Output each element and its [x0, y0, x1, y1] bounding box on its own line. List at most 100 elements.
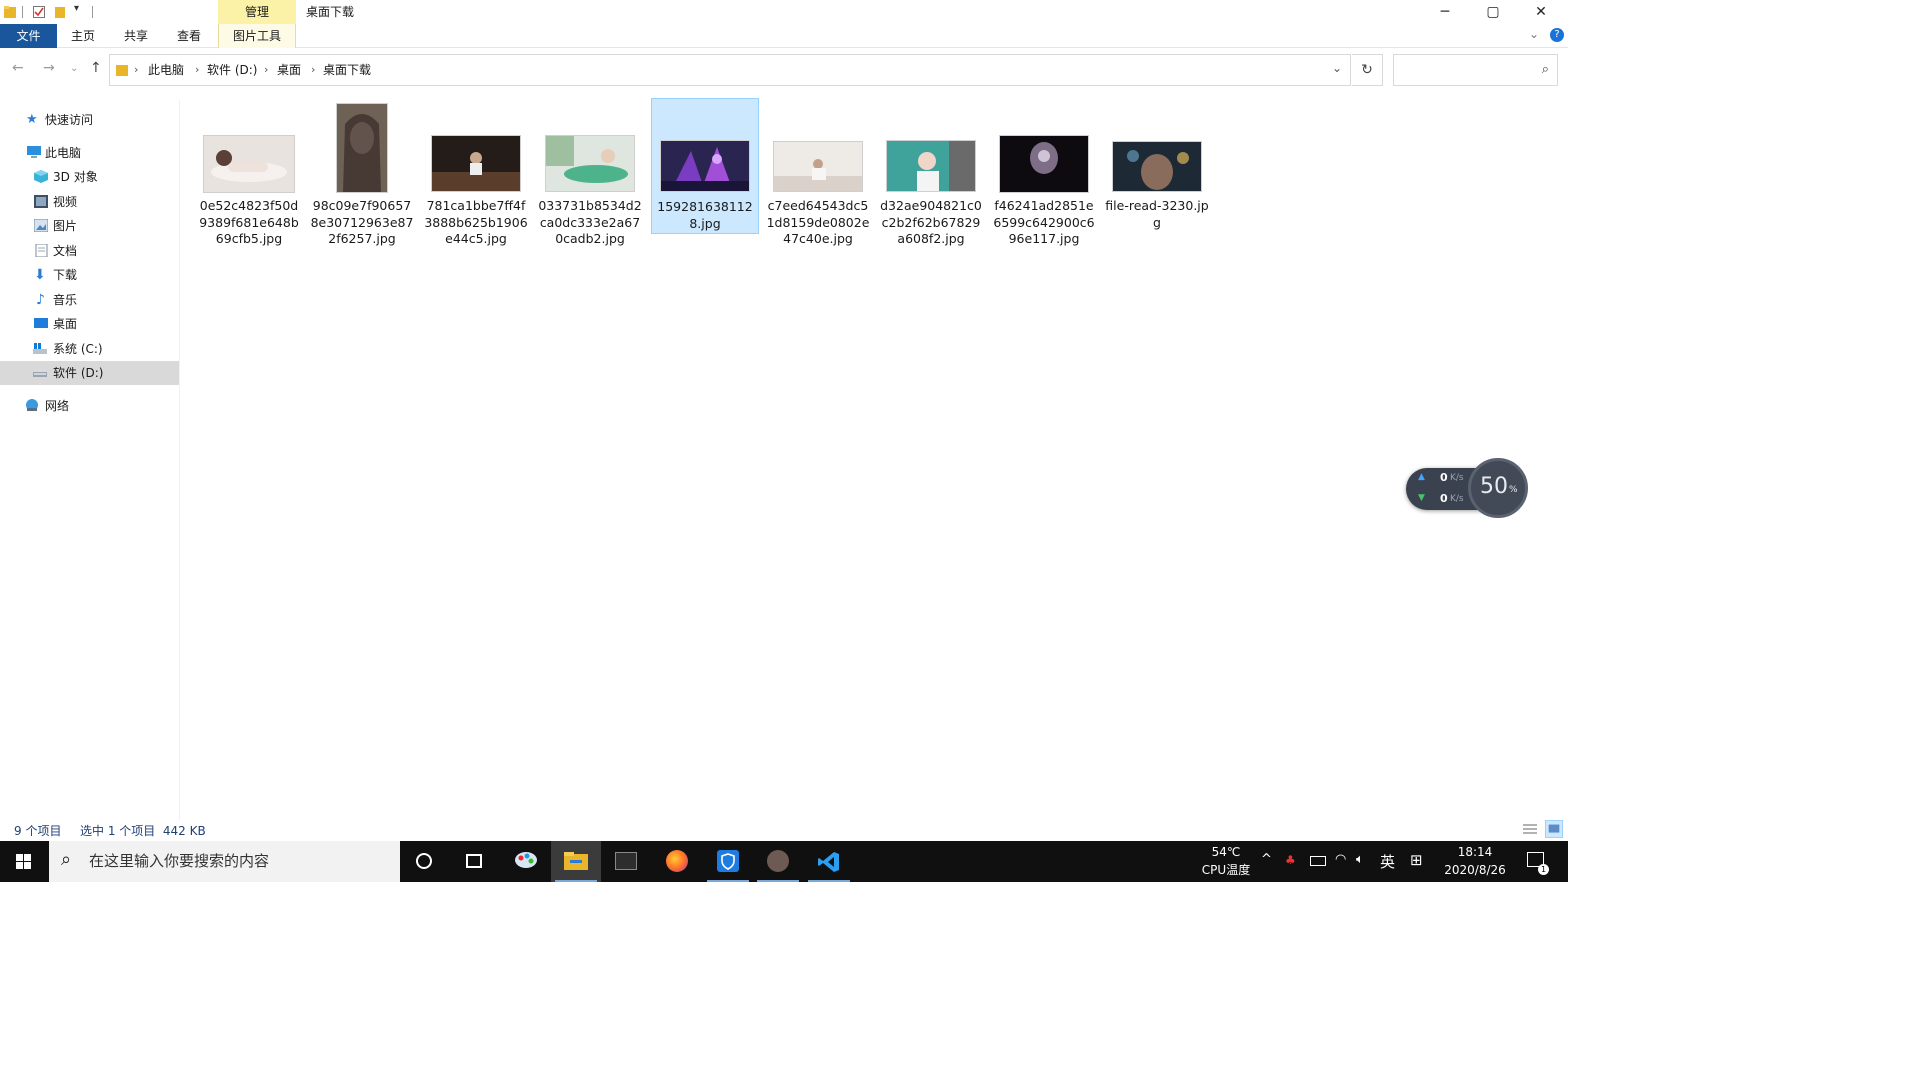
- file-name: f46241ad2851e6599c642900c696e117.jpg: [993, 198, 1095, 246]
- nav-item-drive-c[interactable]: 系统 (C:): [0, 337, 179, 361]
- nav-item-videos[interactable]: 视频: [0, 190, 179, 214]
- star-icon: ★: [26, 112, 38, 127]
- tab-file[interactable]: 文件: [0, 24, 57, 48]
- selection-info: 选中 1 个项目 442 KB: [80, 824, 206, 838]
- vscode-icon[interactable]: [804, 841, 854, 882]
- new-folder-icon[interactable]: [54, 5, 66, 19]
- firefox-icon[interactable]: [652, 841, 702, 882]
- title-bar: ▾ 管理 桌面下载 ─ ▢ ✕: [0, 0, 1568, 24]
- drive-c-icon: [33, 343, 47, 354]
- file-item[interactable]: 781ca1bbe7ff4f3888b625b1906e44c5.jpg: [422, 98, 530, 248]
- file-name: 1592816381128.jpg: [657, 199, 753, 231]
- taskbar-search-placeholder: 在这里输入你要搜索的内容: [89, 852, 270, 870]
- up-arrow-icon[interactable]: ↑: [90, 60, 102, 76]
- usage-percent: 50: [1480, 474, 1508, 499]
- file-item[interactable]: c7eed64543dc51d8159de0802e47c40e.jpg: [764, 98, 872, 248]
- refresh-icon[interactable]: ↻: [1352, 54, 1383, 86]
- video-icon: [34, 195, 48, 208]
- memory-usage-gauge[interactable]: 50 %: [1468, 458, 1528, 518]
- chevron-up-icon[interactable]: ^: [1261, 852, 1272, 867]
- file-name: c7eed64543dc51d8159de0802e47c40e.jpg: [766, 198, 870, 246]
- task-view-icon[interactable]: [450, 841, 500, 882]
- breadcrumb-this-pc[interactable]: 此电脑: [148, 55, 184, 85]
- nav-item-downloads[interactable]: ⬇ 下载: [0, 263, 179, 287]
- image-thumbnail: [887, 141, 975, 191]
- file-item[interactable]: 0e52c4823f50d9389f681e648b69cfb5.jpg: [195, 98, 303, 248]
- breadcrumb-drive-d[interactable]: 软件 (D:): [207, 55, 257, 85]
- terminal-icon[interactable]: [601, 841, 651, 882]
- large-icons-view-icon[interactable]: [1545, 820, 1563, 838]
- maximize-button[interactable]: ▢: [1470, 0, 1516, 24]
- cortana-icon[interactable]: [400, 841, 450, 882]
- tab-home[interactable]: 主页: [62, 24, 104, 48]
- drive-d-icon: [33, 372, 47, 377]
- nav-item-3d-objects[interactable]: 3D 对象: [0, 165, 179, 189]
- file-item[interactable]: f46241ad2851e6599c642900c696e117.jpg: [990, 98, 1098, 248]
- ribbon: 文件 主页 共享 查看 图片工具 ⌄ ?: [0, 24, 1568, 48]
- qq-icon[interactable]: ♣: [1285, 853, 1296, 867]
- minimize-button[interactable]: ─: [1422, 0, 1468, 24]
- address-bar[interactable]: › 此电脑 › 软件 (D:) › 桌面 › 桌面下载 ⌄: [109, 54, 1351, 86]
- photo-viewer-icon[interactable]: [753, 841, 803, 882]
- breadcrumb-desktop[interactable]: 桌面: [277, 55, 301, 85]
- recent-locations-icon[interactable]: ⌄: [70, 63, 78, 74]
- search-icon[interactable]: ⌕: [1542, 62, 1549, 77]
- breadcrumb-desktop-downloads[interactable]: 桌面下载: [323, 55, 371, 85]
- volume-icon[interactable]: 🔈︎: [1356, 852, 1364, 867]
- breadcrumb-separator-icon[interactable]: ›: [264, 55, 268, 85]
- wifi-icon[interactable]: ◠: [1335, 852, 1346, 867]
- ime-indicator[interactable]: 英: [1380, 851, 1395, 872]
- nav-item-drive-d[interactable]: 软件 (D:): [0, 361, 179, 385]
- tab-share[interactable]: 共享: [115, 24, 157, 48]
- breadcrumb-separator-icon[interactable]: ›: [195, 55, 199, 85]
- file-name: file-read-3230.jpg: [1105, 198, 1209, 230]
- tab-manage[interactable]: 管理: [218, 0, 296, 24]
- file-item[interactable]: d32ae904821c0c2b2f62b67829a608f2.jpg: [877, 98, 985, 248]
- app-paint-icon[interactable]: [501, 841, 551, 882]
- download-arrow-icon: ▼: [1418, 493, 1425, 503]
- nav-item-network[interactable]: 网络: [0, 394, 179, 418]
- nav-item-this-pc[interactable]: 此电脑: [0, 141, 179, 165]
- status-bar: 9 个项目 选中 1 个项目 442 KB: [0, 818, 1568, 840]
- nav-item-music[interactable]: ♪ 音乐: [0, 288, 179, 312]
- back-arrow-icon[interactable]: ←: [12, 60, 24, 76]
- image-thumbnail: [432, 136, 520, 191]
- battery-icon[interactable]: [1310, 856, 1326, 866]
- forward-arrow-icon[interactable]: →: [43, 60, 55, 76]
- document-icon: [35, 244, 48, 257]
- breadcrumb-separator-icon[interactable]: ›: [134, 55, 138, 85]
- file-item[interactable]: 98c09e7f906578e30712963e872f6257.jpg: [308, 98, 416, 248]
- clock-date[interactable]: 2020/8/26: [1440, 863, 1510, 877]
- clock-time[interactable]: 18:14: [1445, 845, 1505, 859]
- qat-dropdown-icon[interactable]: ▾: [74, 3, 79, 14]
- nav-item-pictures[interactable]: 图片: [0, 214, 179, 238]
- windows-start-icon[interactable]: [0, 841, 49, 882]
- taskbar-search-input[interactable]: ⌕ 在这里输入你要搜索的内容: [49, 841, 400, 882]
- nav-item-desktop[interactable]: 桌面: [0, 312, 179, 336]
- help-icon[interactable]: ?: [1550, 28, 1564, 42]
- cube-3d-icon: [34, 170, 48, 183]
- close-button[interactable]: ✕: [1518, 0, 1564, 24]
- file-item-selected[interactable]: 1592816381128.jpg: [651, 98, 759, 234]
- address-dropdown-icon[interactable]: ⌄: [1332, 61, 1342, 75]
- ime-mode-icon[interactable]: ⊞: [1410, 851, 1423, 869]
- download-unit: K/s: [1450, 494, 1464, 504]
- search-input[interactable]: ⌕: [1393, 54, 1558, 86]
- file-explorer-icon[interactable]: [551, 841, 601, 882]
- file-name: 0e52c4823f50d9389f681e648b69cfb5.jpg: [199, 198, 299, 246]
- details-view-icon[interactable]: [1521, 820, 1539, 838]
- expand-ribbon-icon[interactable]: ⌄: [1529, 27, 1539, 41]
- tab-view[interactable]: 查看: [168, 24, 210, 48]
- nav-item-quick-access[interactable]: ★ 快速访问: [0, 108, 179, 132]
- breadcrumb-separator-icon[interactable]: ›: [311, 55, 315, 85]
- nav-item-documents[interactable]: 文档: [0, 239, 179, 263]
- network-icon: [26, 399, 38, 411]
- folder-icon: [4, 6, 16, 18]
- file-item[interactable]: 033731b8534d2ca0dc333e2a670cadb2.jpg: [536, 98, 644, 248]
- properties-icon[interactable]: [33, 5, 45, 19]
- tab-picture-tools[interactable]: 图片工具: [218, 24, 296, 48]
- file-item[interactable]: file-read-3230.jpg: [1103, 98, 1211, 248]
- computer-icon: [27, 146, 41, 158]
- pictures-icon: [34, 219, 48, 232]
- security-shield-icon[interactable]: [703, 841, 753, 882]
